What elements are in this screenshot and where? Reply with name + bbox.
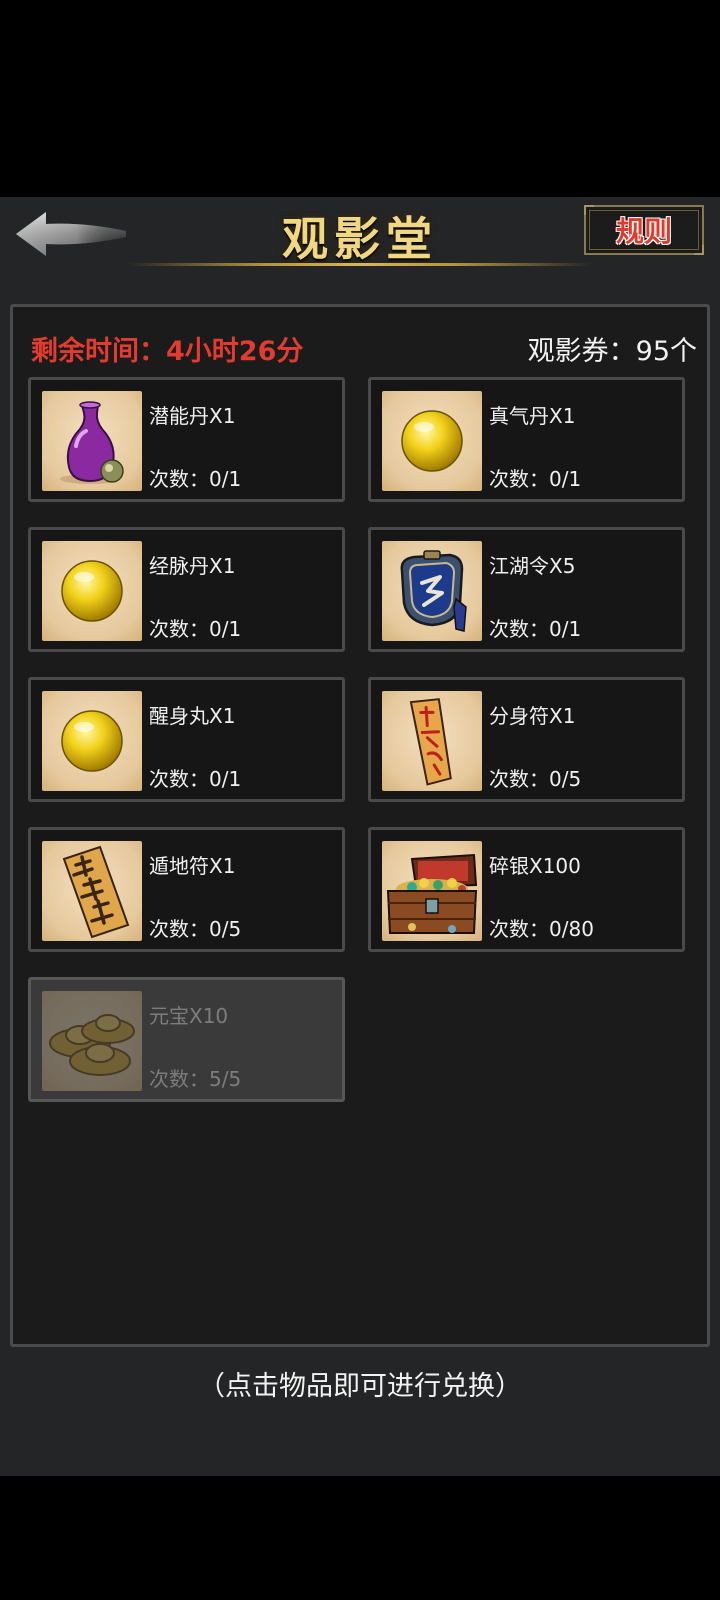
item-count-label: 次数： <box>149 617 209 641</box>
remaining-time-label: 剩余时间： <box>31 336 166 367</box>
blue-token-icon <box>382 541 482 641</box>
item-name: 遁地符X1 <box>149 854 236 878</box>
ticket-count-value: 95个 <box>635 336 697 367</box>
item-count-label: 次数： <box>149 467 209 491</box>
item-count-value: 0/1 <box>209 767 242 791</box>
item-count: 次数：0/80 <box>489 913 594 942</box>
item-count-value: 0/1 <box>549 617 582 641</box>
item-count: 次数：0/1 <box>149 463 241 492</box>
bottom-black-area <box>0 1476 720 1600</box>
item-count: 次数：5/5 <box>149 1063 241 1092</box>
golden-pill-icon <box>382 391 482 491</box>
item-card[interactable]: 江湖令X5 次数：0/1 <box>368 527 685 652</box>
item-count-value: 0/5 <box>209 917 242 941</box>
remaining-time-value: 4小时26分 <box>166 336 304 367</box>
item-card[interactable]: 经脉丹X1 次数：0/1 <box>28 527 345 652</box>
exchange-panel: 剩余时间：4小时26分 观影券：95个 潜能丹X1 次数：0/1 真气丹X1 次… <box>10 304 710 1347</box>
item-card[interactable]: 遁地符X1 次数：0/5 <box>28 827 345 952</box>
talisman-icon <box>382 691 482 791</box>
item-card[interactable]: 分身符X1 次数：0/5 <box>368 677 685 802</box>
exchange-screen: 观影堂 规则 剩余时间：4小时26分 观影券：95个 潜能丹X1 次数：0/1 … <box>0 197 720 1476</box>
item-count: 次数：0/5 <box>489 763 581 792</box>
item-count-label: 次数： <box>149 767 209 791</box>
remaining-time: 剩余时间：4小时26分 <box>31 329 303 368</box>
item-count-label: 次数： <box>489 467 549 491</box>
golden-pill-icon <box>42 541 142 641</box>
item-count-value: 0/5 <box>549 767 582 791</box>
ticket-count: 观影券：95个 <box>528 329 697 368</box>
item-count-label: 次数： <box>489 767 549 791</box>
golden-pill-icon <box>42 691 142 791</box>
item-card[interactable]: 潜能丹X1 次数：0/1 <box>28 377 345 502</box>
item-count-value: 0/1 <box>209 467 242 491</box>
item-count: 次数：0/1 <box>149 613 241 642</box>
item-count: 次数：0/5 <box>149 913 241 942</box>
item-count: 次数：0/1 <box>489 613 581 642</box>
item-card[interactable]: 真气丹X1 次数：0/1 <box>368 377 685 502</box>
purple-vase-icon <box>42 391 142 491</box>
item-name: 碎银X100 <box>489 854 581 878</box>
item-name: 真气丹X1 <box>489 404 576 428</box>
item-card[interactable]: 碎银X100 次数：0/80 <box>368 827 685 952</box>
scroll-talisman-icon <box>42 841 142 941</box>
item-count: 次数：0/1 <box>489 463 581 492</box>
item-name: 江湖令X5 <box>489 554 576 578</box>
title-divider <box>128 263 592 266</box>
top-black-area <box>0 0 720 197</box>
exchange-hint: （点击物品即可进行兑换） <box>198 1371 522 1402</box>
item-name: 醒身丸X1 <box>149 704 236 728</box>
rules-label: 规则 <box>615 215 672 248</box>
item-count-value: 0/1 <box>209 617 242 641</box>
item-card-disabled[interactable]: 元宝X10 次数：5/5 <box>28 977 345 1102</box>
item-count-label: 次数： <box>489 917 549 941</box>
item-card[interactable]: 醒身丸X1 次数：0/1 <box>28 677 345 802</box>
item-count-label: 次数： <box>489 617 549 641</box>
treasure-chest-icon <box>382 841 482 941</box>
item-count-value: 0/80 <box>549 917 594 941</box>
item-count-value: 0/1 <box>549 467 582 491</box>
item-count-value: 5/5 <box>209 1067 242 1091</box>
item-name: 分身符X1 <box>489 704 576 728</box>
item-count: 次数：0/1 <box>149 763 241 792</box>
item-count-label: 次数： <box>149 917 209 941</box>
item-name: 经脉丹X1 <box>149 554 236 578</box>
item-count-label: 次数： <box>149 1067 209 1091</box>
ticket-count-label: 观影券： <box>527 336 636 367</box>
rules-button[interactable]: 规则 <box>584 205 704 255</box>
item-name: 元宝X10 <box>149 1004 229 1028</box>
item-name: 潜能丹X1 <box>149 404 236 428</box>
gold-ingot-icon <box>42 991 142 1091</box>
